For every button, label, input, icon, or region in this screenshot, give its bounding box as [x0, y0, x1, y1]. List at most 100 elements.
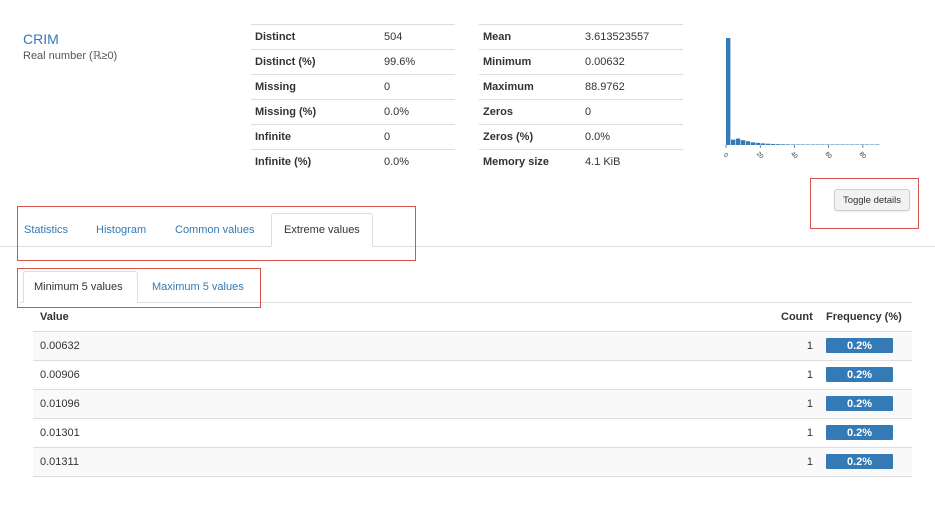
- stat-value: 0: [380, 124, 455, 150]
- table-row: 0.00906 1 0.2%: [33, 360, 912, 389]
- stat-row: Distinct 504: [251, 24, 455, 50]
- histogram-tick-label: 20: [755, 151, 764, 160]
- stat-row: Maximum 88.9762: [479, 74, 683, 100]
- histogram-bar: [740, 140, 746, 145]
- stat-value: 0: [380, 74, 455, 100]
- stat-row: Zeros 0: [479, 99, 683, 125]
- row-value: 0.01301: [40, 427, 80, 439]
- mini-histogram: 0 20 40 60 80: [722, 38, 880, 161]
- stats-table-left: Distinct 504 Distinct (%) 99.6% Missing 0 M…: [251, 24, 455, 174]
- stat-label: Zeros (%): [479, 124, 581, 150]
- stat-row: Missing (%) 0.0%: [251, 99, 455, 125]
- histogram-bar: [825, 144, 830, 145]
- stat-value: 0.0%: [380, 99, 455, 125]
- stat-label: Maximum: [479, 74, 581, 100]
- stat-value: 3.613523557: [581, 24, 683, 50]
- histogram-bar: [840, 144, 845, 145]
- frequency-bar: 0.2%: [826, 454, 893, 469]
- histogram-bar: [805, 144, 810, 145]
- stat-label: Mean: [479, 24, 581, 50]
- stat-value: 99.6%: [380, 49, 455, 75]
- variable-name: CRIM: [23, 31, 59, 47]
- stat-value: 4.1 KiB: [581, 149, 683, 174]
- highlight-box-tabs: [17, 206, 416, 261]
- stat-row: Memory size 4.1 KiB: [479, 149, 683, 174]
- stat-label: Infinite (%): [251, 149, 380, 174]
- table-row: 0.01096 1 0.2%: [33, 389, 912, 418]
- stat-label: Distinct: [251, 24, 380, 50]
- histogram-bar: [830, 144, 835, 145]
- frequency-bar: 0.2%: [826, 396, 893, 411]
- histogram-bar: [845, 144, 850, 145]
- histogram-bar: [785, 144, 790, 145]
- frequency-bar: 0.2%: [826, 425, 893, 440]
- histogram-bar: [755, 142, 761, 145]
- toggle-details-button[interactable]: Toggle details: [834, 189, 910, 211]
- histogram-bar: [865, 144, 870, 145]
- table-row: 0.00632 1 0.2%: [33, 331, 912, 360]
- row-count: 1: [806, 456, 813, 468]
- row-value: 0.01311: [40, 456, 79, 468]
- histogram-bar: [810, 144, 815, 145]
- stat-label: Distinct (%): [251, 49, 380, 75]
- histogram-bar: [745, 141, 751, 145]
- histogram-bar: [850, 144, 855, 145]
- histogram-tick-label: 40: [789, 151, 798, 160]
- histogram-bar: [790, 144, 795, 146]
- histogram-bar: [775, 144, 781, 145]
- stat-value: 88.9762: [581, 74, 683, 100]
- row-value: 0.00906: [40, 369, 80, 381]
- stat-row: Missing 0: [251, 74, 455, 100]
- variable-type: Real number (ℝ≥0): [23, 50, 118, 62]
- histogram-bar: [855, 144, 860, 145]
- histogram-tick-label: 0: [722, 152, 729, 159]
- stat-row: Infinite 0: [251, 124, 455, 150]
- row-value: 0.00632: [40, 340, 80, 352]
- column-header-count: Count: [781, 311, 813, 323]
- row-count: 1: [806, 398, 813, 410]
- stat-value: 0: [581, 99, 683, 125]
- highlight-box-subtabs: [17, 268, 261, 308]
- histogram-bar: [770, 143, 776, 145]
- histogram-bar: [735, 138, 741, 145]
- row-count: 1: [806, 369, 813, 381]
- stat-row: Infinite (%) 0.0%: [251, 149, 455, 174]
- histogram-tick-label: 60: [823, 151, 832, 160]
- column-header-value: Value: [40, 311, 69, 323]
- stat-value: 0.0%: [380, 149, 455, 174]
- table-row: 0.01301 1 0.2%: [33, 418, 912, 447]
- stat-value: 0.0%: [581, 124, 683, 150]
- histogram-bar: [815, 144, 820, 145]
- stat-label: Minimum: [479, 49, 581, 75]
- stat-label: Infinite: [251, 124, 380, 150]
- histogram-bar: [750, 142, 756, 146]
- histogram-bar: [860, 144, 865, 145]
- frequency-bar: 0.2%: [826, 367, 893, 382]
- row-count: 1: [806, 340, 813, 352]
- frequency-bar: 0.2%: [826, 338, 893, 353]
- stat-label: Missing (%): [251, 99, 380, 125]
- stat-row: Mean 3.613523557: [479, 24, 683, 50]
- table-row: 0.01311 1 0.2%: [33, 447, 912, 477]
- histogram-bar: [800, 144, 805, 145]
- stat-value: 504: [380, 24, 455, 50]
- histogram-bar: [875, 144, 880, 145]
- histogram-bar: [795, 144, 800, 145]
- histogram-bar: [835, 144, 840, 145]
- histogram-bar: [870, 144, 875, 145]
- histogram-bar: [765, 143, 771, 145]
- stat-label: Memory size: [479, 149, 581, 174]
- stat-row: Distinct (%) 99.6%: [251, 49, 455, 75]
- column-header-frequency: Frequency (%): [826, 311, 902, 323]
- stat-label: Missing: [251, 74, 380, 100]
- stats-table-right: Mean 3.613523557 Minimum 0.00632 Maximum 88…: [479, 24, 683, 174]
- histogram-bar: [730, 139, 736, 145]
- histogram-bar: [780, 144, 786, 145]
- stat-row: Minimum 0.00632: [479, 49, 683, 75]
- row-count: 1: [806, 427, 813, 439]
- stat-value: 0.00632: [581, 49, 683, 75]
- row-value: 0.01096: [40, 398, 80, 410]
- histogram-bar: [820, 144, 825, 145]
- histogram-bar: [760, 143, 766, 145]
- histogram-tick-label: 80: [858, 151, 867, 160]
